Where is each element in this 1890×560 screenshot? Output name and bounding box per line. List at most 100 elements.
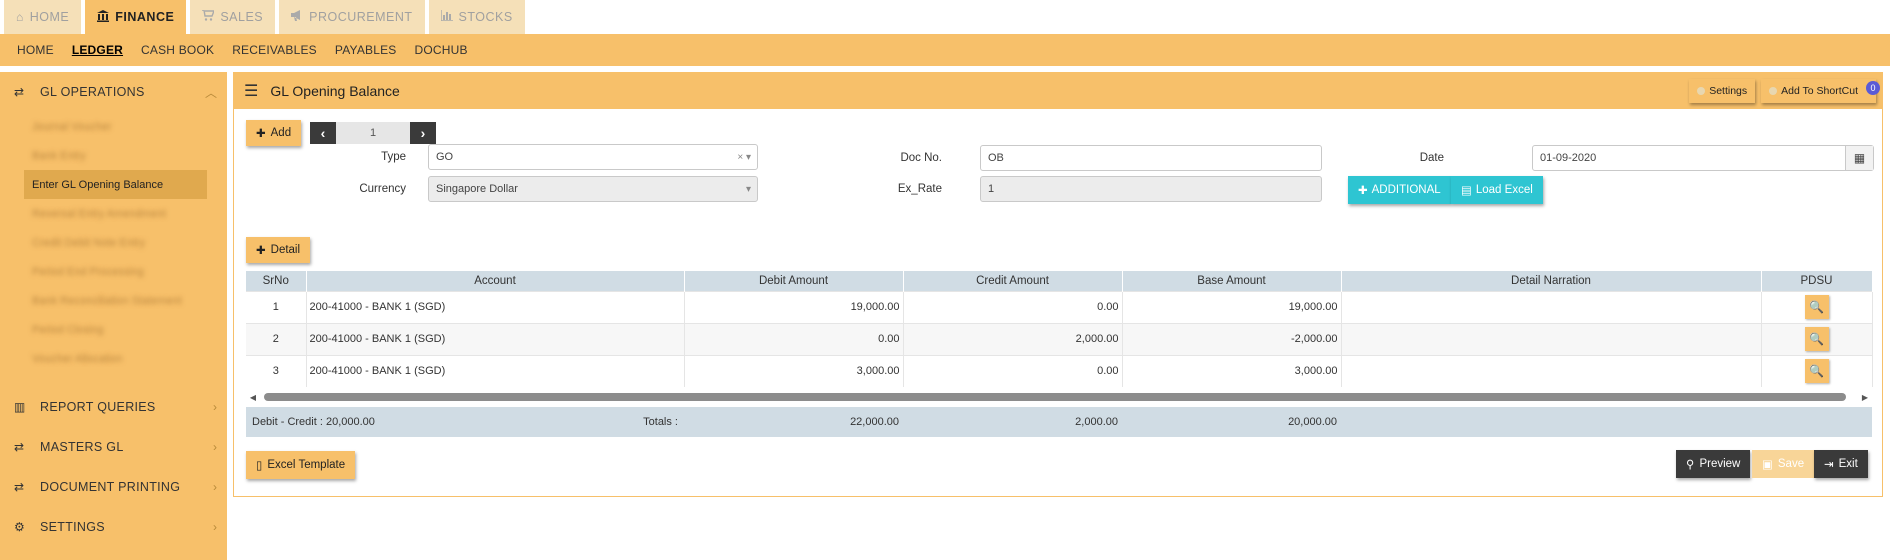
sidebar-item-enter-gl-opening-balance[interactable]: Enter GL Opening Balance: [24, 170, 207, 199]
subnav-payables[interactable]: PAYABLES: [326, 43, 406, 57]
next-record-button[interactable]: ›: [410, 122, 436, 144]
save-button-label: Save: [1777, 458, 1805, 470]
detail-button[interactable]: ✚ Detail: [246, 237, 311, 263]
cell-credit[interactable]: 2,000.00: [903, 322, 1123, 355]
scroll-thumb[interactable]: [264, 393, 1846, 401]
exrate-field[interactable]: 1: [980, 176, 1322, 202]
sidebar-item-hidden[interactable]: Period End Processing: [24, 257, 207, 286]
subnav-home[interactable]: HOME: [8, 43, 63, 57]
save-button[interactable]: ▣ Save: [1752, 450, 1815, 478]
docno-label: Doc No.: [900, 152, 942, 164]
page-number[interactable]: 1: [336, 122, 410, 144]
sidebar-item-hidden[interactable]: Period Closing: [24, 315, 207, 344]
file-excel-icon: ▤: [1461, 185, 1472, 197]
add-button[interactable]: ✚ Add: [246, 120, 302, 146]
cell-narration[interactable]: [1341, 290, 1762, 323]
tab-stocks[interactable]: STOCKS: [428, 0, 525, 34]
cell-account[interactable]: 200-41000 - BANK 1 (SGD): [306, 354, 685, 387]
column-header-account[interactable]: Account: [306, 271, 685, 291]
column-header-pdsu[interactable]: PDSU: [1761, 271, 1873, 291]
sidebar-item-hidden[interactable]: Journal Voucher: [24, 112, 207, 141]
preview-button-label: Preview: [1699, 458, 1741, 470]
panel-header: ☰ GL Opening Balance Settings Add To Sho…: [234, 73, 1882, 109]
subnav-dochub[interactable]: DOCHUB: [406, 43, 477, 57]
subnav-ledger[interactable]: LEDGER: [63, 43, 132, 57]
chevron-right-icon: ›: [213, 400, 217, 414]
cell-account[interactable]: 200-41000 - BANK 1 (SGD): [306, 290, 685, 323]
sidebar-group-report-queries[interactable]: ▥ REPORT QUERIES ›: [0, 387, 227, 427]
settings-icon: [1697, 87, 1706, 95]
cell-debit[interactable]: 0.00: [684, 322, 904, 355]
settings-button[interactable]: Settings: [1689, 79, 1756, 103]
table-row[interactable]: 2 200-41000 - BANK 1 (SGD) 0.00 2,000.00…: [246, 322, 1873, 355]
sidebar-group-gl-operations[interactable]: ⇄ GL OPERATIONS ︿: [0, 72, 227, 112]
scroll-track[interactable]: [260, 393, 1858, 401]
add-to-shortcut-button[interactable]: Add To ShortCut 0: [1761, 79, 1880, 103]
preview-button[interactable]: ⚲ Preview: [1676, 450, 1751, 478]
tab-procurement[interactable]: PROCUREMENT: [279, 0, 425, 34]
excel-template-label: Excel Template: [267, 459, 346, 471]
sidebar-item-hidden[interactable]: Voucher Allocation: [24, 344, 207, 373]
column-header-base[interactable]: Base Amount: [1122, 271, 1342, 291]
exit-button[interactable]: ⇥ Exit: [1814, 450, 1868, 478]
sidebar-group-document-printing[interactable]: ⇄ DOCUMENT PRINTING ›: [0, 467, 227, 507]
add-button-label: Add: [270, 127, 292, 139]
clear-caret-icon[interactable]: × ▾: [737, 152, 751, 163]
grid-hscrollbar[interactable]: ◀ ▶: [246, 391, 1872, 403]
tab-sales[interactable]: SALES: [190, 0, 276, 34]
bar-chart-icon: [439, 10, 453, 24]
cell-srno: 2: [246, 322, 307, 355]
tab-home[interactable]: ⌂ HOME: [4, 0, 82, 34]
cell-srno: 1: [246, 290, 307, 323]
sidebar-group-settings[interactable]: ⚙ SETTINGS ›: [0, 507, 227, 547]
table-row[interactable]: 1 200-41000 - BANK 1 (SGD) 19,000.00 0.0…: [246, 290, 1873, 323]
excel-template-button[interactable]: ▯ Excel Template: [246, 451, 356, 479]
file-icon: ▯: [256, 460, 263, 472]
docno-value: OB: [988, 152, 1004, 164]
detail-table: SrNo Account Debit Amount Credit Amount …: [246, 271, 1873, 387]
column-header-srno[interactable]: SrNo: [246, 271, 307, 291]
sidebar-item-hidden[interactable]: Bank Entry: [24, 141, 207, 170]
cell-credit[interactable]: 0.00: [903, 354, 1123, 387]
cell-debit[interactable]: 19,000.00: [684, 290, 904, 323]
sidebar-item-hidden[interactable]: Bank Reconciliation Statement: [24, 286, 207, 315]
type-select[interactable]: GO × ▾: [428, 144, 758, 170]
docno-field[interactable]: OB: [980, 145, 1322, 171]
column-header-credit[interactable]: Credit Amount: [903, 271, 1123, 291]
tab-finance[interactable]: FINANCE: [85, 0, 187, 34]
type-value: GO: [436, 151, 454, 163]
cell-pdsu: 🔍: [1761, 354, 1873, 387]
column-header-debit[interactable]: Debit Amount: [684, 271, 904, 291]
zoom-in-icon[interactable]: 🔍: [1804, 327, 1829, 351]
currency-select[interactable]: Singapore Dollar ▾: [428, 176, 758, 202]
cell-account[interactable]: 200-41000 - BANK 1 (SGD): [306, 322, 685, 355]
subnav-receivables[interactable]: RECEIVABLES: [223, 43, 326, 57]
chevron-left-icon: ‹: [320, 125, 326, 141]
table-row[interactable]: 3 200-41000 - BANK 1 (SGD) 3,000.00 0.00…: [246, 354, 1873, 387]
chevron-right-icon: ›: [213, 440, 217, 454]
exchange-icon: ⇄: [14, 85, 25, 99]
sidebar-group-masters-gl[interactable]: ⇄ MASTERS GL ›: [0, 427, 227, 467]
date-field[interactable]: 01-09-2020 ▦: [1532, 145, 1874, 171]
calendar-icon[interactable]: ▦: [1845, 146, 1873, 170]
cell-narration[interactable]: [1341, 322, 1762, 355]
subnav-cash-book[interactable]: CASH BOOK: [132, 43, 223, 57]
exit-button-label: Exit: [1838, 458, 1858, 470]
zoom-in-icon[interactable]: 🔍: [1804, 295, 1829, 319]
sidebar-item-hidden[interactable]: Reversal Entry Amendment: [24, 199, 207, 228]
cell-credit[interactable]: 0.00: [903, 290, 1123, 323]
prev-record-button[interactable]: ‹: [310, 122, 336, 144]
sidebar-item-hidden[interactable]: Credit Debit Note Entry: [24, 228, 207, 257]
home-icon: ⌂: [16, 10, 24, 24]
hamburger-icon[interactable]: ☰: [244, 81, 258, 101]
cell-narration[interactable]: [1341, 354, 1762, 387]
zoom-in-icon[interactable]: 🔍: [1804, 359, 1829, 384]
scroll-left-icon[interactable]: ◀: [246, 393, 260, 402]
load-excel-button[interactable]: ▤ Load Excel: [1451, 176, 1543, 204]
additional-button[interactable]: ✚ ADDITIONAL: [1348, 176, 1451, 204]
column-header-narration[interactable]: Detail Narration: [1341, 271, 1762, 291]
cell-debit[interactable]: 3,000.00: [684, 354, 904, 387]
additional-button-label: ADDITIONAL: [1371, 184, 1441, 196]
scroll-right-icon[interactable]: ▶: [1858, 393, 1872, 402]
tab-sales-label: SALES: [220, 10, 264, 24]
